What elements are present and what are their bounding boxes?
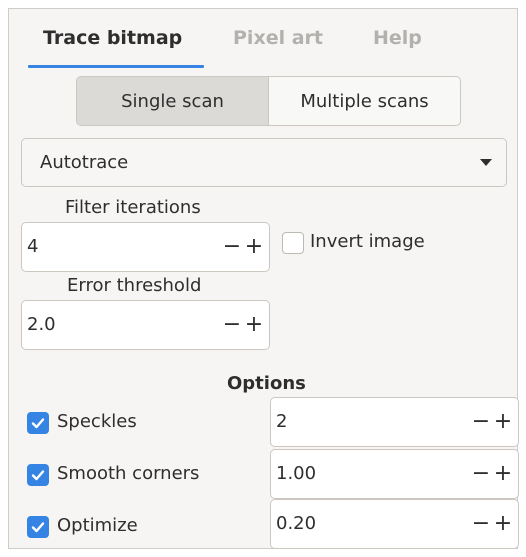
speckles-label: Speckles xyxy=(57,411,137,432)
error-threshold-spinbox: − + xyxy=(21,300,270,350)
active-tab-indicator xyxy=(28,65,204,68)
speckles-decrement-button[interactable]: − xyxy=(470,407,492,437)
scan-mode-switch: Single scan Multiple scans xyxy=(76,76,461,126)
tab-pixel-art[interactable]: Pixel art xyxy=(233,27,323,49)
smooth-corners-decrement-button[interactable]: − xyxy=(470,459,492,489)
optimize-input[interactable] xyxy=(276,513,426,534)
error-threshold-decrement-button[interactable]: − xyxy=(221,310,243,340)
smooth-corners-increment-button[interactable]: + xyxy=(492,459,514,489)
optimize-checkbox[interactable] xyxy=(27,516,49,538)
checkmark-icon xyxy=(31,470,45,481)
smooth-corners-label: Smooth corners xyxy=(57,463,200,484)
speckles-input[interactable] xyxy=(276,411,426,432)
optimize-decrement-button[interactable]: − xyxy=(470,509,492,539)
optimize-increment-button[interactable]: + xyxy=(492,509,514,539)
speckles-spinbox: − + xyxy=(270,397,519,447)
error-threshold-increment-button[interactable]: + xyxy=(243,310,265,340)
single-scan-button[interactable]: Single scan xyxy=(77,77,269,125)
optimize-spinbox: − + xyxy=(270,499,519,549)
trace-method-value: Autotrace xyxy=(40,152,129,173)
optimize-label: Optimize xyxy=(57,515,138,536)
filter-iterations-spinbox: − + xyxy=(21,222,270,272)
trace-method-dropdown[interactable]: Autotrace xyxy=(21,138,507,187)
smooth-corners-spinbox: − + xyxy=(270,449,519,499)
checkmark-icon xyxy=(31,522,45,533)
tab-help[interactable]: Help xyxy=(373,27,422,49)
filter-iterations-decrement-button[interactable]: − xyxy=(221,232,243,262)
filter-iterations-increment-button[interactable]: + xyxy=(243,232,265,262)
smooth-corners-input[interactable] xyxy=(276,463,426,484)
options-heading: Options xyxy=(227,373,306,394)
chevron-down-icon xyxy=(480,159,492,166)
error-threshold-label: Error threshold xyxy=(67,275,202,296)
speckles-checkbox[interactable] xyxy=(27,412,49,434)
invert-image-label: Invert image xyxy=(310,231,425,252)
trace-bitmap-panel: Trace bitmap Pixel art Help Single scan … xyxy=(8,8,519,549)
tab-trace-bitmap[interactable]: Trace bitmap xyxy=(43,27,182,49)
error-threshold-input[interactable] xyxy=(27,314,177,335)
invert-image-checkbox[interactable] xyxy=(282,232,304,254)
filter-iterations-input[interactable] xyxy=(27,236,177,257)
checkmark-icon xyxy=(31,418,45,429)
smooth-corners-checkbox[interactable] xyxy=(27,464,49,486)
multiple-scans-button[interactable]: Multiple scans xyxy=(269,77,460,125)
tab-bar: Trace bitmap Pixel art Help xyxy=(9,9,517,69)
speckles-increment-button[interactable]: + xyxy=(492,407,514,437)
filter-iterations-label: Filter iterations xyxy=(65,197,201,218)
